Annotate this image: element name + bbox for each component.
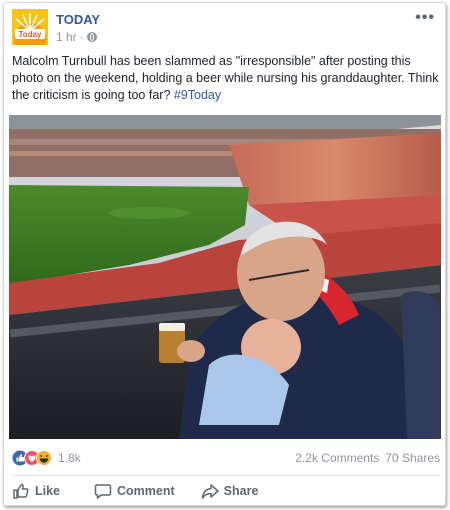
- thumbs-up-icon: [13, 483, 29, 499]
- comment-button[interactable]: Comment: [90, 480, 179, 502]
- post-header: Today TODAY 1 hr · •••: [12, 9, 437, 45]
- reaction-icons[interactable]: [12, 450, 56, 466]
- reactions-bar: 1.8k 2.2k Comments 70 Shares: [12, 449, 440, 467]
- globe-icon: [86, 32, 97, 42]
- post-text: Malcolm Turnbull has been slammed as "ir…: [12, 53, 440, 104]
- engagement-counts: 2.2k Comments 70 Shares: [295, 451, 440, 465]
- post-time[interactable]: 1 hr: [56, 30, 77, 44]
- post-body-text: Malcolm Turnbull has been slammed as "ir…: [12, 54, 439, 102]
- reaction-count[interactable]: 1.8k: [58, 451, 81, 465]
- share-arrow-icon: [201, 484, 219, 499]
- page-avatar[interactable]: Today: [12, 9, 48, 45]
- post-actions: Like Comment Share: [8, 479, 444, 503]
- meta-separator: ·: [79, 30, 84, 44]
- post-meta: 1 hr ·: [56, 30, 97, 44]
- shares-count-link[interactable]: 70 Shares: [385, 451, 440, 465]
- facebook-post-card: Today TODAY 1 hr · ••• Malcolm Turnbull …: [3, 2, 446, 506]
- like-label: Like: [35, 484, 61, 498]
- comment-label: Comment: [117, 484, 175, 498]
- logo-text: Today: [19, 30, 43, 39]
- share-button[interactable]: Share: [197, 480, 263, 502]
- hashtag-link[interactable]: #9Today: [174, 88, 221, 102]
- like-button[interactable]: Like: [8, 480, 64, 502]
- share-label: Share: [223, 484, 259, 498]
- comments-count-link[interactable]: 2.2k Comments: [295, 451, 379, 465]
- actions-divider: [12, 475, 440, 476]
- page-name-link[interactable]: TODAY: [56, 12, 100, 27]
- more-options-icon[interactable]: •••: [415, 9, 435, 27]
- post-photo[interactable]: [9, 115, 441, 439]
- comment-icon: [94, 484, 112, 499]
- haha-icon: [36, 450, 52, 466]
- today-logo-icon: Today: [12, 9, 48, 45]
- stadium-photo: [9, 115, 441, 439]
